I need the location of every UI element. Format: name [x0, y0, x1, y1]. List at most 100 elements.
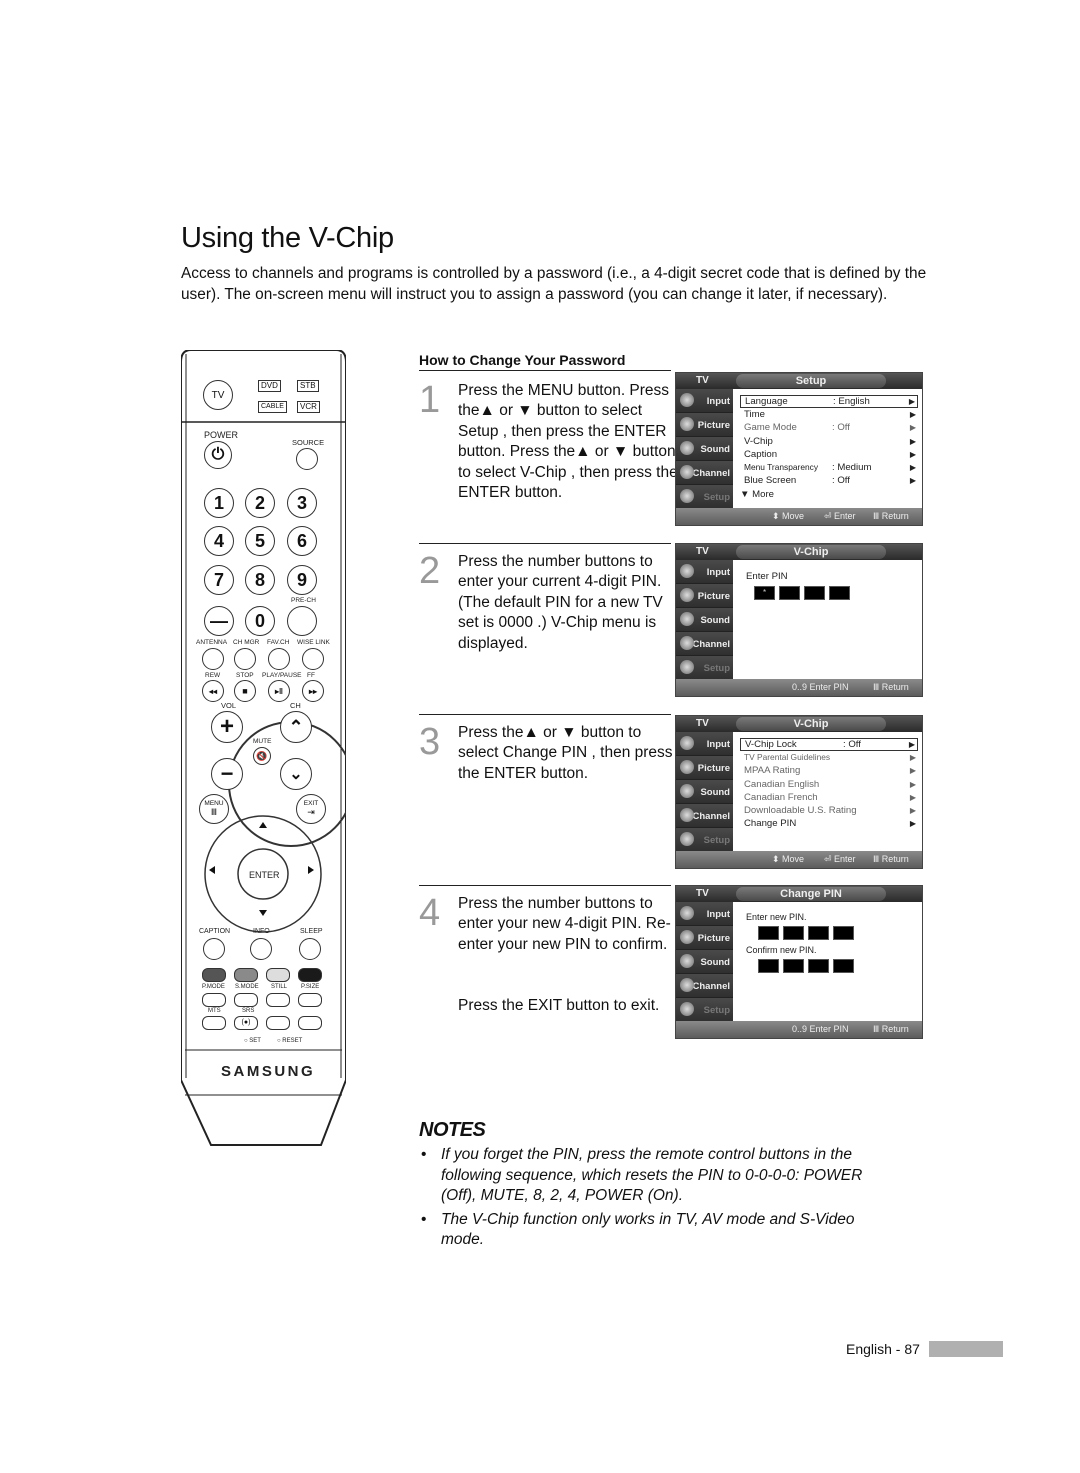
move-hint: ⬍ Move	[772, 511, 805, 521]
input-icon	[680, 393, 694, 407]
osd-sidebar: Input Picture Sound Channel Setup	[676, 732, 733, 853]
vol-up-icon: +	[211, 711, 243, 743]
osd-row-tv-parental: TV Parental Guidelines ▶	[744, 752, 916, 762]
info-button	[250, 938, 272, 960]
osd-row-time: Time ▶	[744, 409, 916, 420]
arrow-right-icon: ▶	[908, 397, 915, 406]
channel-icon	[680, 978, 694, 992]
return-hint: Ⅲ Return	[873, 682, 909, 692]
digit-2-button: 2	[245, 488, 275, 518]
osd-row-menu-transparency: Menu Transparency: Medium ▶	[744, 462, 916, 474]
vol-label: VOL	[221, 701, 237, 710]
ff-label: FF	[307, 672, 315, 679]
osd-footer: 0..9 Enter PIN Ⅲ Return	[676, 679, 922, 696]
mute-icon: 🔇	[253, 747, 271, 765]
prech-label: PRE-CH	[291, 597, 316, 604]
step-text: Press the MENU button. Press the▲ or ▼ b…	[458, 382, 678, 502]
color-button-red	[202, 968, 226, 982]
osd-row-mpaa: MPAA Rating ▶	[744, 765, 916, 777]
color-button-blue	[298, 968, 322, 982]
smode-button	[234, 993, 258, 1007]
note-item: The V-Chip function only works in TV, AV…	[421, 1210, 901, 1251]
digit-7-button: 7	[204, 565, 234, 595]
enter-hint: ⏎ Enter	[824, 511, 856, 521]
step-number: 2	[419, 550, 441, 592]
samsung-logo: SAMSUNG	[221, 1063, 316, 1080]
input-icon	[680, 736, 694, 750]
vcr-mode-button: VCR	[297, 401, 320, 413]
step-divider	[419, 714, 671, 715]
favch-button	[268, 648, 290, 670]
source-button	[296, 448, 318, 470]
return-hint: Ⅲ Return	[873, 1024, 909, 1034]
sleep-button	[299, 938, 321, 960]
setup-icon	[680, 489, 694, 503]
osd-header: TV V-Chip	[676, 716, 922, 732]
mts-label: MTS	[208, 1008, 221, 1014]
blank-button-1	[266, 1016, 290, 1030]
osd-footer: 0..9 Enter PIN Ⅲ Return	[676, 1021, 922, 1038]
pin-digit-2	[779, 586, 800, 600]
step-divider	[419, 885, 671, 886]
cable-mode-button: CABLE	[258, 401, 287, 413]
reset-label: ○ RESET	[277, 1038, 303, 1044]
power-label: POWER	[204, 430, 239, 440]
psize-button	[298, 993, 322, 1007]
pin-boxes: *	[754, 586, 918, 600]
step-text: Press the number buttons to enter your c…	[458, 553, 663, 652]
ch-down-icon: ⌄	[280, 758, 312, 790]
stop-icon: ■	[234, 680, 256, 702]
caption-button	[203, 938, 225, 960]
confirm-pin-boxes	[758, 959, 918, 973]
note-item: If you forget the PIN, press the remote …	[421, 1145, 901, 1207]
picture-icon	[680, 588, 694, 602]
osd-tv-label: TV	[696, 375, 709, 386]
osd-row-canadian-french: Canadian French ▶	[744, 791, 916, 803]
osd-sidebar-sound: Sound	[676, 437, 733, 461]
still-label: STILL	[271, 984, 288, 990]
menu-label: MENU	[204, 800, 224, 807]
channel-icon	[680, 808, 694, 822]
rew-label: REW	[205, 672, 221, 679]
caption-label: CAPTION	[199, 928, 231, 935]
page-title: Using the V-Chip	[181, 222, 394, 254]
step-number: 4	[419, 892, 441, 934]
exit-button: EXIT ⇥	[296, 794, 326, 824]
arrow-right-icon: ▶	[909, 476, 916, 486]
antenna-label: ANTENNA	[196, 639, 228, 646]
osd-tv-label: TV	[696, 718, 709, 729]
osd-header: TV Setup	[676, 373, 922, 389]
blank-button-2	[298, 1016, 322, 1030]
osd-header: TV Change PIN	[676, 886, 922, 902]
digit-6-button: 6	[287, 526, 317, 556]
setup-icon	[680, 1002, 694, 1016]
osd-sidebar-input: Input	[676, 389, 733, 413]
osd-footer: ⬍ Move ⏎ Enter Ⅲ Return	[676, 508, 922, 525]
chmgr-label: CH MGR	[233, 639, 260, 646]
setup-icon	[680, 832, 694, 846]
stb-mode-button: STB	[297, 380, 319, 392]
srs-icon: (●)	[234, 1016, 258, 1030]
arrow-right-icon: ▶	[909, 449, 916, 459]
new-pin-prompt: Enter new PIN.	[746, 912, 807, 922]
digit-5-button: 5	[245, 526, 275, 556]
set-text: SET	[249, 1038, 261, 1044]
osd-menu-list: V-Chip Lock: Off ▶ TV Parental Guidelines…	[740, 738, 918, 831]
sound-icon	[680, 441, 694, 455]
osd-row-blue-screen: Blue Screen: Off ▶	[744, 475, 916, 487]
move-hint: ⬍ Move	[772, 854, 805, 864]
ff-icon: ▸▸	[302, 680, 324, 702]
picture-icon	[680, 417, 694, 431]
mts-button	[202, 1016, 226, 1030]
remote-control-illustration: TV DVD STB CABLE VCR POWER ⏻ SOURCE 1 2 …	[181, 350, 346, 1150]
menu-icon: Ⅲ	[210, 807, 218, 817]
playpause-label: PLAY/PAUSE	[262, 672, 302, 679]
sleep-label: SLEEP	[300, 928, 323, 935]
osd-footer: ⬍ Move ⏎ Enter Ⅲ Return	[676, 851, 922, 868]
osd-row-vchip: V-Chip ▶	[744, 435, 916, 447]
exit-label: EXIT	[303, 800, 319, 807]
osd-row-downloadable: Downloadable U.S. Rating ▶	[744, 805, 916, 817]
digit-3-button: 3	[287, 488, 317, 518]
osd-setup-menu: TV Setup Input Picture Sound Channel Setu…	[675, 372, 923, 526]
arrow-right-icon: ▶	[909, 410, 916, 419]
